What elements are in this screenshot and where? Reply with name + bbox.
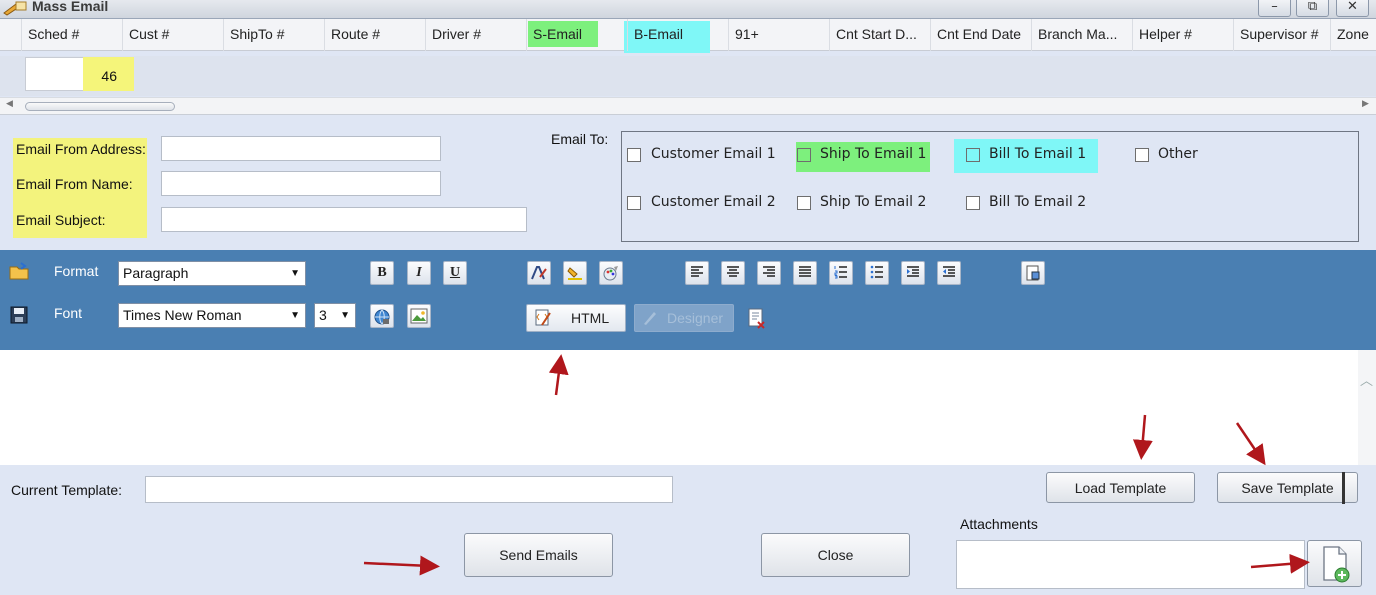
annotation-arrow-send-emails — [363, 555, 440, 576]
annotation-arrow-load-template — [1132, 414, 1153, 460]
annotation-arrows — [363, 354, 1310, 576]
annotation-arrow-add-attachment — [1250, 553, 1310, 574]
annotation-arrow-html — [548, 354, 569, 396]
annotation-arrow-save-template — [1235, 422, 1266, 466]
